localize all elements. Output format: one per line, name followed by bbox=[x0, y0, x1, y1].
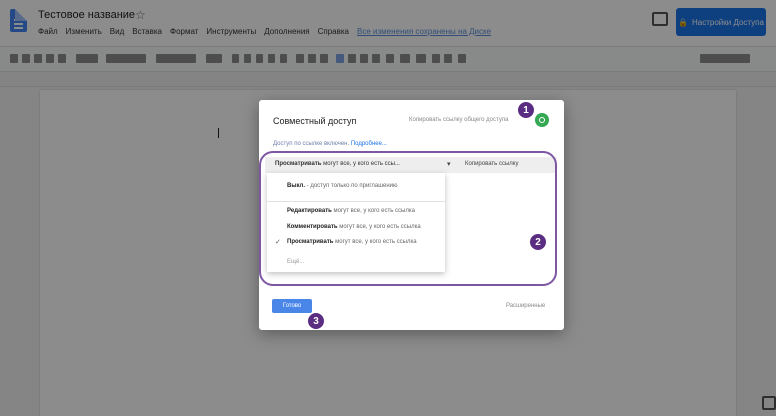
dialog-title: Совместный доступ bbox=[273, 116, 357, 126]
link-access-text: Доступ по ссылке включен. bbox=[273, 141, 350, 147]
advanced-link[interactable]: Расширенные bbox=[506, 303, 545, 309]
permission-highlight-box bbox=[259, 151, 557, 286]
share-settings-icon[interactable] bbox=[535, 113, 549, 127]
step-badge-2: 2 bbox=[529, 233, 547, 251]
step-badge-1: 1 bbox=[517, 101, 535, 119]
learn-more-link[interactable]: Подробнее... bbox=[351, 141, 387, 147]
copy-share-link-text[interactable]: Копировать ссылку общего доступа bbox=[409, 117, 508, 123]
step-badge-3: 3 bbox=[307, 312, 325, 330]
done-button[interactable]: Готово bbox=[272, 299, 312, 313]
link-access-info: Доступ по ссылке включен. Подробнее... bbox=[273, 141, 387, 147]
